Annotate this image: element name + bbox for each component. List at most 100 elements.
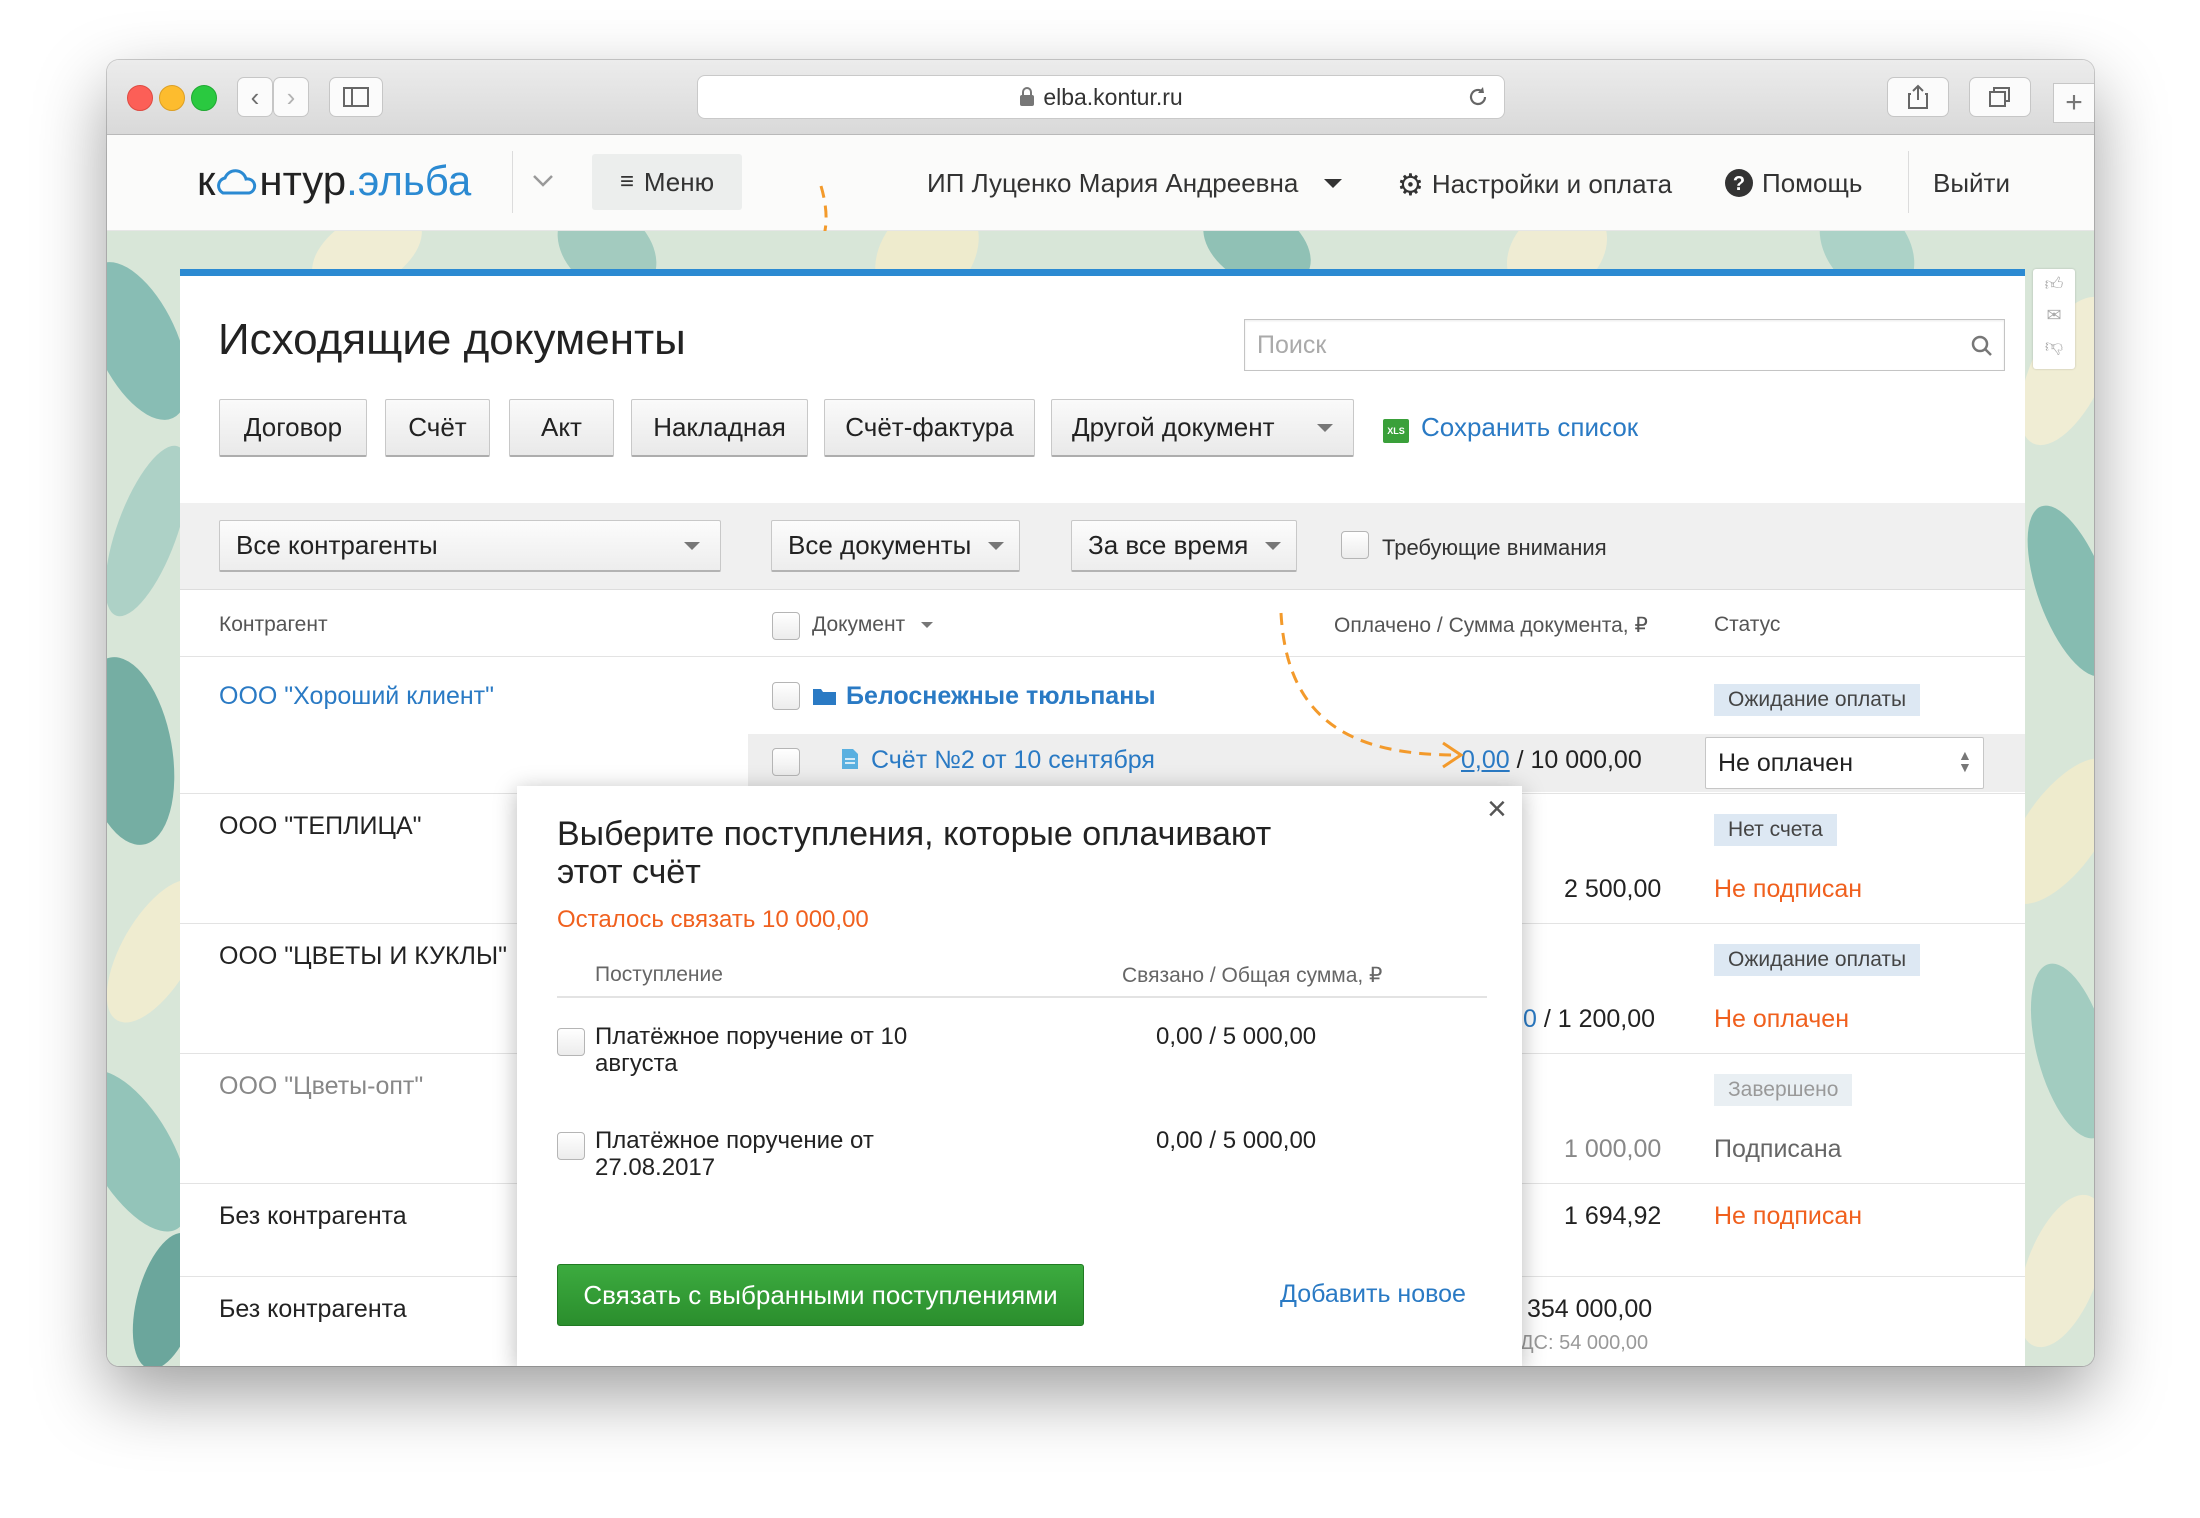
- link-selected-receipts-button[interactable]: Связать с выбранными поступлениями: [557, 1264, 1084, 1326]
- thumbs-up-icon[interactable]: 👍︎: [2033, 269, 2075, 300]
- minimize-window-button[interactable]: [159, 85, 185, 111]
- gear-icon: ⚙: [1397, 169, 1424, 202]
- create-waybill-button[interactable]: Накладная: [631, 399, 808, 457]
- app-header: к нтур.эльба ≡ Меню ИП Луценко Мария Андре…: [107, 135, 2094, 316]
- row-checkbox[interactable]: [772, 748, 800, 776]
- table-divider: [180, 656, 2025, 657]
- kontur-elba-logo[interactable]: к нтур.эльба: [197, 157, 471, 205]
- select-arrows-icon: ▲ ▼: [1958, 747, 1972, 775]
- counterparty-name[interactable]: Без контрагента: [219, 1202, 407, 1231]
- document-type-filter[interactable]: Все документы: [771, 520, 1020, 572]
- document-type-filter-value: Все документы: [788, 530, 972, 560]
- create-contract-button[interactable]: Договор: [219, 399, 367, 457]
- folder-label: Белоснежные тюльпаны: [846, 682, 1156, 710]
- menu-button[interactable]: ≡ Меню: [592, 154, 742, 210]
- browser-window: ‹ › elba.kontur.ru + кнтур.эльба ≡ Меню: [107, 60, 2094, 1366]
- chevron-right-icon: ›: [286, 81, 296, 112]
- share-button[interactable]: [1887, 77, 1949, 117]
- dialog-title: Выберите поступления, которые оплачивают…: [557, 815, 1271, 891]
- sidebar-toggle-button[interactable]: [329, 77, 383, 117]
- address-bar[interactable]: elba.kontur.ru: [697, 75, 1505, 119]
- reload-icon[interactable]: [1466, 85, 1490, 109]
- period-filter-value: За все время: [1088, 530, 1249, 560]
- url-text: elba.kontur.ru: [1043, 83, 1183, 110]
- row-checkbox[interactable]: [772, 682, 800, 710]
- payment-status-value: Не оплачен: [1718, 748, 1854, 777]
- document-amount: 2 500,00: [1564, 875, 1662, 903]
- save-list-link[interactable]: XLS Сохранить список: [1383, 412, 1638, 443]
- create-tax-invoice-button[interactable]: Счёт-фактура: [824, 399, 1035, 457]
- column-receipt: Поступление: [595, 963, 723, 986]
- attention-checkbox[interactable]: [1341, 531, 1369, 559]
- logout-link[interactable]: Выйти: [1933, 168, 2010, 199]
- close-window-button[interactable]: [127, 85, 153, 111]
- thumbs-down-icon[interactable]: 👎︎: [2033, 331, 2075, 362]
- chevron-left-icon: ‹: [250, 81, 260, 112]
- zoom-window-button[interactable]: [191, 85, 217, 111]
- receipt-name-line: Платёжное поручение от 10: [595, 1023, 908, 1050]
- counterparty-name[interactable]: ООО "ЦВЕТЫ И КУКЛЫ": [219, 942, 507, 971]
- document-total: / 1 200,00: [1536, 1005, 1656, 1033]
- back-button[interactable]: ‹: [237, 77, 273, 117]
- dialog-title-line: Выберите поступления, которые оплачивают: [557, 815, 1272, 853]
- hint-arrow: [1279, 612, 1464, 769]
- document-link[interactable]: Счёт №2 от 10 сентября: [841, 746, 1155, 775]
- receipt-name: Платёжное поручение от 10 августа: [595, 1023, 907, 1077]
- payment-status-select[interactable]: Не оплачен ▲ ▼: [1705, 737, 1984, 789]
- column-linked-total: Связано / Общая сумма, ₽: [1122, 964, 1383, 987]
- document-icon: [842, 749, 858, 769]
- tabs-icon: [1989, 87, 2010, 107]
- new-tab-button[interactable]: +: [2053, 83, 2094, 123]
- logo-text: к: [197, 157, 216, 204]
- column-counterparty[interactable]: Контрагент: [219, 613, 328, 637]
- logo-text: эльба: [357, 157, 472, 204]
- column-status: Статус: [1714, 613, 1781, 636]
- add-new-receipt-link[interactable]: Добавить новое: [1280, 1280, 1466, 1309]
- receipt-checkbox[interactable]: [557, 1132, 585, 1160]
- tabs-overview-button[interactable]: [1969, 77, 2031, 117]
- document-folder-link[interactable]: Белоснежные тюльпаны: [812, 682, 1156, 711]
- status-badge: Ожидание оплаты: [1714, 944, 1921, 976]
- column-document[interactable]: Документ: [812, 613, 934, 637]
- help-link[interactable]: ? Помощь: [1724, 168, 1862, 199]
- mail-icon[interactable]: ✉: [2033, 300, 2075, 331]
- feedback-widget[interactable]: 👍︎ ✉ 👎︎: [2033, 269, 2075, 369]
- save-list-label: Сохранить список: [1421, 412, 1639, 442]
- other-document-dropdown[interactable]: Другой документ: [1051, 399, 1354, 457]
- settings-link[interactable]: ⚙ Настройки и оплата: [1397, 168, 1672, 203]
- account-switcher[interactable]: ИП Луценко Мария Андреевна: [927, 168, 1342, 199]
- counterparty-name[interactable]: ООО "Цветы-опт": [219, 1072, 423, 1101]
- receipt-checkbox[interactable]: [557, 1028, 585, 1056]
- help-label: Помощь: [1762, 168, 1863, 198]
- receipt-name-line: 27.08.2017: [595, 1154, 716, 1181]
- counterparty-name[interactable]: ООО "ТЕПЛИЦА": [219, 812, 422, 841]
- caret-down-icon: [1323, 179, 1342, 188]
- page-title: Исходящие документы: [218, 315, 686, 364]
- document-label: Счёт №2 от 10 сентября: [871, 746, 1155, 774]
- search-icon[interactable]: [1970, 334, 1994, 358]
- dialog-title-line: этот счёт: [557, 853, 701, 891]
- remaining-amount: Осталось связать 10 000,00: [557, 906, 869, 933]
- account-name: ИП Луценко Мария Андреевна: [927, 168, 1299, 198]
- period-filter[interactable]: За все время: [1071, 520, 1297, 572]
- caret-down-icon: [988, 542, 1004, 550]
- receipt-name-line: Платёжное поручение от: [595, 1127, 874, 1154]
- counterparty-name[interactable]: Без контрагента: [219, 1295, 407, 1324]
- sidebar-icon: [343, 87, 369, 107]
- forward-button[interactable]: ›: [273, 77, 309, 117]
- counterparty-link[interactable]: ООО "Хороший клиент": [219, 682, 494, 711]
- products-dropdown[interactable]: [531, 173, 555, 194]
- counterparty-filter[interactable]: Все контрагенты: [219, 520, 721, 572]
- paid-total: 0 / 1 200,00: [1523, 1005, 1655, 1034]
- select-all-checkbox[interactable]: [772, 612, 800, 640]
- xls-icon: XLS: [1383, 419, 1409, 443]
- document-amount: 1 000,00: [1564, 1135, 1662, 1163]
- create-invoice-button[interactable]: Счёт: [385, 399, 490, 457]
- create-act-button[interactable]: Акт: [509, 399, 614, 457]
- cloud-icon: [217, 169, 257, 195]
- search-input[interactable]: Поиск: [1244, 319, 2005, 371]
- paid-amount-link[interactable]: 0: [1523, 1005, 1537, 1033]
- logo-dot: .: [346, 157, 358, 204]
- receipt-amount: 0,00 / 5 000,00: [1156, 1127, 1317, 1154]
- close-icon[interactable]: ×: [1487, 790, 1507, 829]
